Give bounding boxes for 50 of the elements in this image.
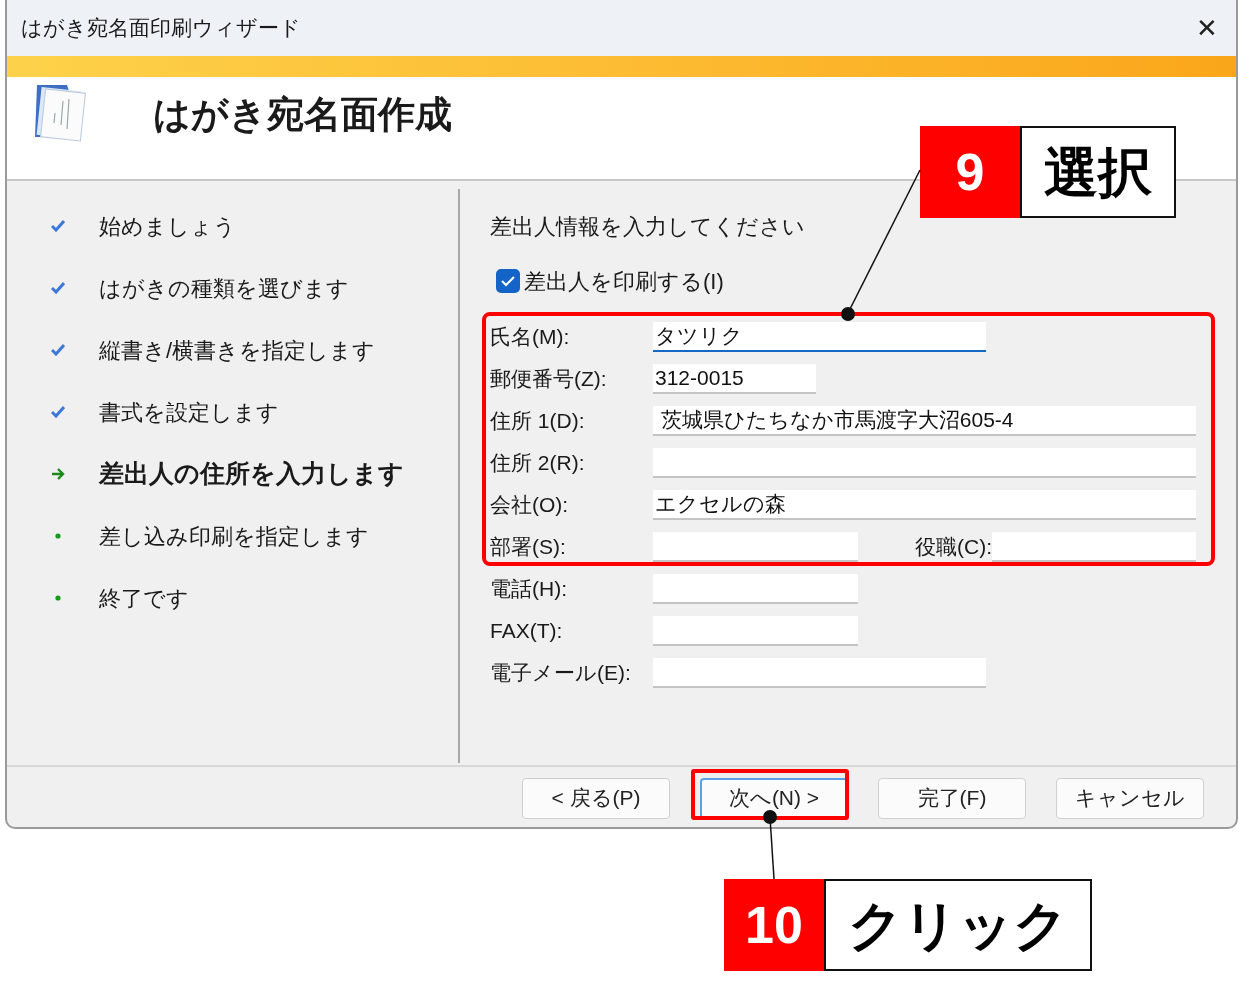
window-title: はがき宛名面印刷ウィザード [21,15,301,42]
field-label: 住所 2(R): [490,450,586,477]
field-label: 郵便番号(Z): [490,366,608,393]
field-label: 部署(S): [490,534,567,561]
callout-label: クリック [824,879,1092,971]
step-label: 差出人の住所を入力します [99,458,404,490]
input-field[interactable] [653,574,858,604]
check-icon [51,282,65,294]
bullet-icon [55,595,61,601]
step-number-badge: 10 [724,879,824,971]
checkmark-icon [501,275,515,287]
input-field[interactable]: 312-0015 [653,364,816,394]
field-label: FAX(T): [490,618,564,645]
callout-label: 選択 [1020,126,1176,218]
wizard-button[interactable]: 次へ(N) > [700,777,848,819]
field-label: 電子メール(E): [490,660,632,687]
step-label: 縦書き/横書きを指定します [99,336,376,365]
step-number-badge: 9 [920,126,1020,218]
leader-line [763,810,777,880]
arrow-icon [51,468,65,480]
step-label: はがきの種類を選びます [99,274,349,303]
check-icon [51,220,65,232]
input-field[interactable]: エクセルの森 [653,490,1196,520]
bullet-icon [55,533,61,539]
field-label: 役職(C): [914,534,992,561]
step-label: 始めましょう [99,212,236,241]
step-label: 書式を設定します [99,398,279,427]
input-field[interactable] [653,658,986,688]
checkbox[interactable] [496,269,520,293]
check-icon [51,406,65,418]
form-heading: 差出人情報を入力してください [490,212,806,241]
input-field[interactable] [653,616,858,646]
input-field[interactable] [653,532,858,562]
field-label: 会社(O): [490,492,570,519]
input-field[interactable]: タツリク [653,322,986,352]
check-icon [51,344,65,356]
input-field[interactable] [992,532,1196,562]
step-label: 差し込み印刷を指定します [99,522,369,551]
wizard-button[interactable]: 完了(F) [878,777,1026,819]
field-label: 氏名(M): [490,324,571,351]
page-title: はがき宛名面作成 [153,93,452,137]
wizard-button[interactable]: キャンセル [1056,777,1204,819]
step-label: 終了です [99,584,189,613]
field-label: 電話(H): [490,576,568,603]
field-label: 住所 1(D): [490,408,586,435]
checkbox-label: 差出人を印刷する(I) [524,267,724,296]
input-field[interactable] [653,448,1196,478]
wizard-button[interactable]: < 戻る(P) [522,777,670,819]
close-button[interactable]: ✕ [1192,15,1222,41]
input-field[interactable]: 茨城県ひたちなか市馬渡字大沼605-4 [653,406,1196,436]
